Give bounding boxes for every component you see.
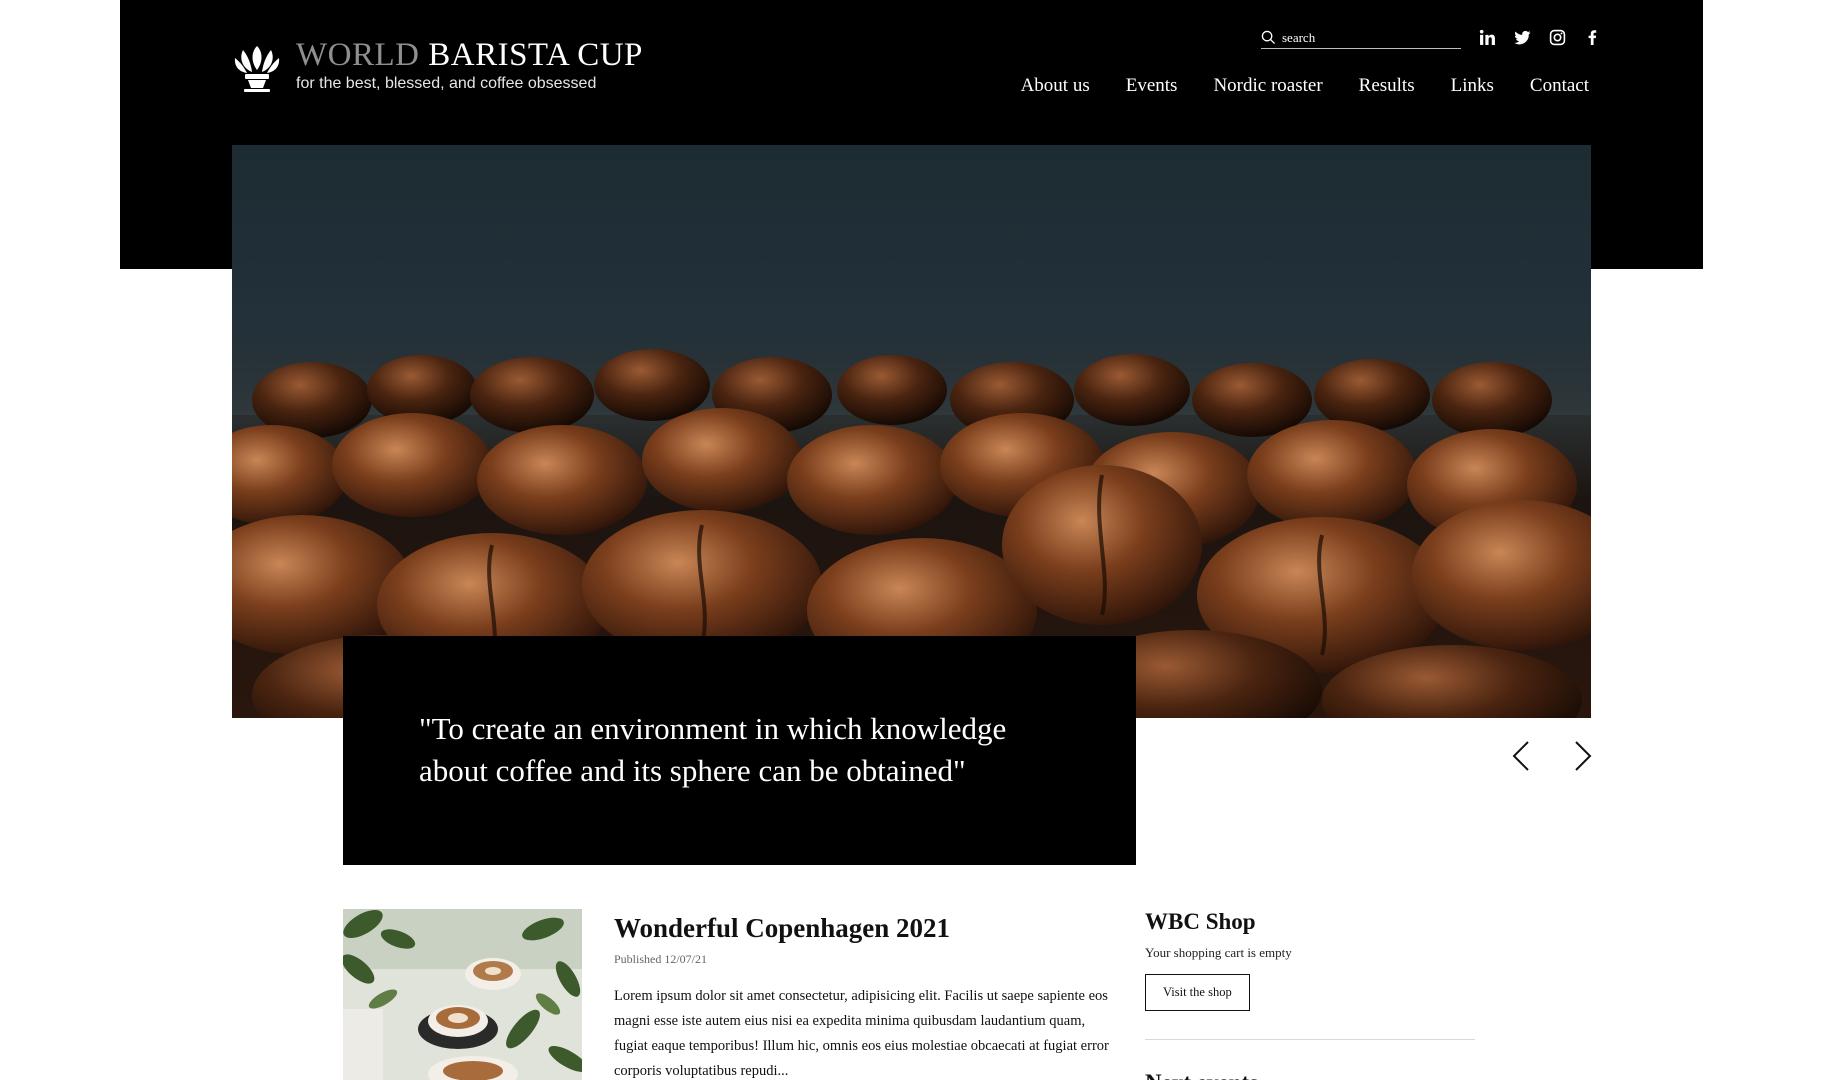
- nav-item-contact[interactable]: Contact: [1530, 74, 1589, 98]
- carousel-prev-button[interactable]: [1508, 738, 1536, 774]
- hero-quote-box: "To create an environment in which knowl…: [343, 636, 1136, 865]
- hero-image-coffee-beans: [232, 145, 1591, 718]
- coffee-plant-logo-icon: [234, 46, 280, 92]
- main-nav: About us Events Nordic roaster Results L…: [1021, 74, 1589, 98]
- sidebar-divider: [1145, 1039, 1475, 1040]
- search-box: [1261, 27, 1461, 49]
- linkedin-icon[interactable]: [1478, 28, 1497, 47]
- brand-tagline: for the best, blessed, and coffee obsess…: [296, 75, 597, 92]
- brand-title-part1: WORLD: [296, 37, 420, 73]
- nav-item-links[interactable]: Links: [1451, 74, 1494, 98]
- search-input[interactable]: [1282, 29, 1452, 46]
- article-title[interactable]: Wonderful Copenhagen 2021: [614, 911, 1122, 945]
- chevron-left-icon: [1512, 741, 1529, 771]
- shop-title: WBC Shop: [1145, 909, 1256, 934]
- shop-cart-status: Your shopping cart is empty: [1145, 945, 1292, 960]
- brand-logo[interactable]: WORLD BARISTA CUP for the best, blessed,…: [232, 38, 643, 94]
- article-date: Published 12/07/21: [614, 952, 708, 966]
- carousel-next-button[interactable]: [1568, 738, 1596, 774]
- facebook-icon[interactable]: [1583, 28, 1602, 47]
- brand-title-part2: BARISTA CUP: [428, 37, 643, 73]
- nav-item-events[interactable]: Events: [1126, 74, 1178, 98]
- next-events-heading: Next events: [1145, 1069, 1475, 1080]
- search-icon: [1261, 30, 1276, 45]
- nav-item-nordic-roaster[interactable]: Nordic roaster: [1213, 74, 1322, 98]
- chevron-right-icon: [1575, 741, 1592, 771]
- social-links: [1478, 28, 1602, 47]
- shop-sidebar: WBC Shop Your shopping cart is empty Vis…: [1145, 908, 1475, 1080]
- instagram-icon[interactable]: [1548, 28, 1567, 47]
- hero-quote: "To create an environment in which knowl…: [419, 711, 1007, 788]
- article-excerpt: Lorem ipsum dolor sit amet consectetur, …: [614, 988, 1109, 1079]
- nav-item-about-us[interactable]: About us: [1021, 74, 1090, 98]
- article-thumbnail[interactable]: [343, 909, 582, 1080]
- article-preview: Wonderful Copenhagen 2021 Published 12/0…: [614, 911, 1122, 1080]
- nav-item-results[interactable]: Results: [1359, 74, 1415, 98]
- visit-shop-button[interactable]: Visit the shop: [1145, 974, 1250, 1011]
- brand-title: WORLD BARISTA CUP: [296, 38, 643, 72]
- twitter-icon[interactable]: [1513, 28, 1532, 47]
